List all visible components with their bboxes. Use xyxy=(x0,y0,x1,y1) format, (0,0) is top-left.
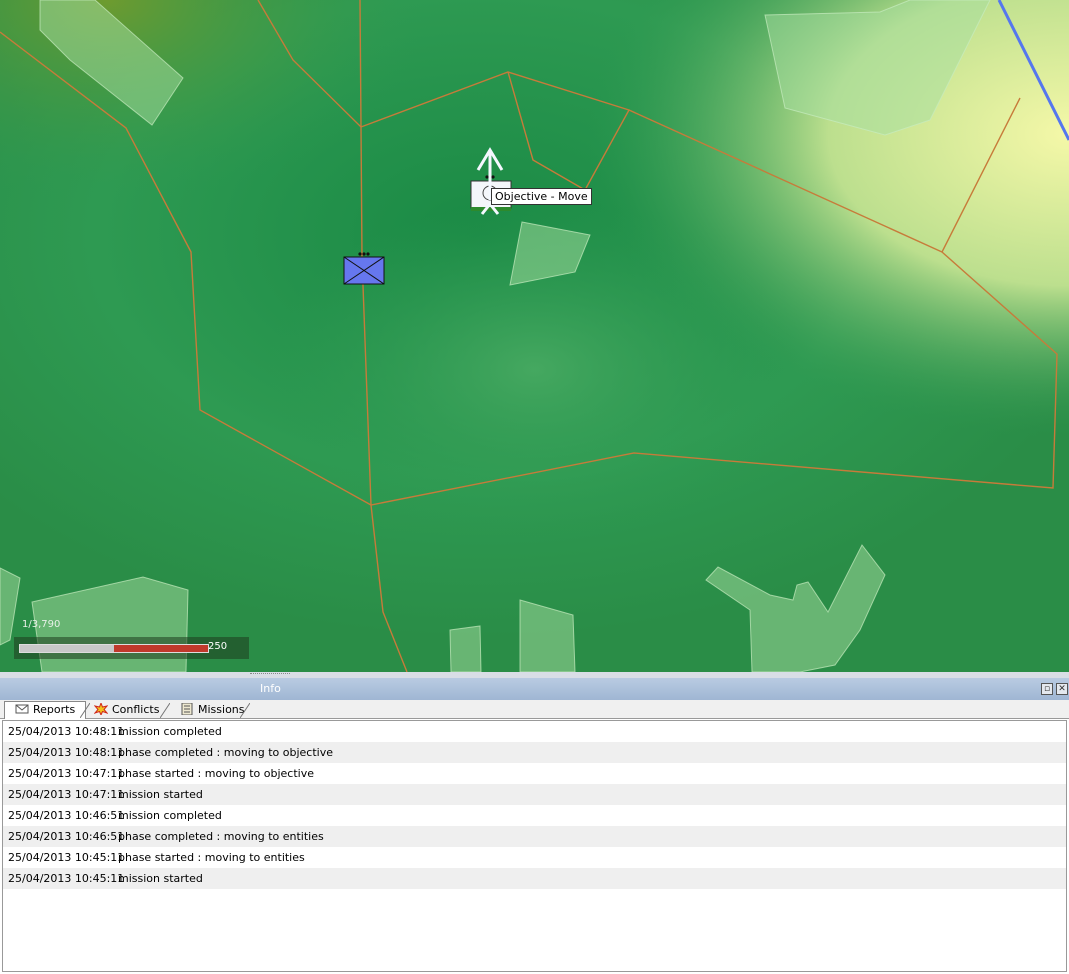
report-message: phase completed : moving to entities xyxy=(118,830,324,843)
list-item[interactable]: 25/04/2013 10:45:11mission started xyxy=(3,868,1066,889)
report-message: mission started xyxy=(118,872,203,885)
tab-bar: Reports Conflicts Missions xyxy=(0,700,1069,719)
report-time: 25/04/2013 10:46:51 xyxy=(8,830,125,843)
star-burst-icon xyxy=(94,703,108,715)
report-message: phase started : moving to entities xyxy=(118,851,305,864)
tab-separator xyxy=(160,703,170,718)
scale-bar-graphic xyxy=(19,644,209,653)
report-time: 25/04/2013 10:46:51 xyxy=(8,809,125,822)
list-item[interactable]: 25/04/2013 10:48:11phase completed : mov… xyxy=(3,742,1066,763)
list-item[interactable]: 25/04/2013 10:47:11mission started xyxy=(3,784,1066,805)
tab-label: Reports xyxy=(33,703,76,716)
list-item[interactable]: 25/04/2013 10:47:11phase started : movin… xyxy=(3,763,1066,784)
report-time: 25/04/2013 10:48:11 xyxy=(8,725,125,738)
tab-reports[interactable]: Reports xyxy=(4,701,87,719)
panel-title: Info xyxy=(260,682,281,695)
list-item[interactable]: 25/04/2013 10:46:51mission completed xyxy=(3,805,1066,826)
report-message: mission completed xyxy=(118,809,222,822)
report-message: phase started : moving to objective xyxy=(118,767,314,780)
map-view[interactable]: Objective - Move 1/3,790 250 xyxy=(0,0,1069,672)
terrain-layer xyxy=(0,0,1069,672)
report-time: 25/04/2013 10:45:11 xyxy=(8,872,125,885)
report-message: mission completed xyxy=(118,725,222,738)
report-time: 25/04/2013 10:45:11 xyxy=(8,851,125,864)
list-icon xyxy=(181,703,193,715)
restore-icon[interactable]: ▫ xyxy=(1041,683,1053,695)
report-time: 25/04/2013 10:48:11 xyxy=(8,746,125,759)
unit-symbol-friendly[interactable] xyxy=(343,252,385,285)
tab-label: Missions xyxy=(198,703,245,716)
reports-list[interactable]: 25/04/2013 10:48:11mission completed 25/… xyxy=(2,720,1067,972)
list-item[interactable]: 25/04/2013 10:46:51phase completed : mov… xyxy=(3,826,1066,847)
tab-label: Conflicts xyxy=(112,703,160,716)
tab-separator xyxy=(240,703,250,718)
report-time: 25/04/2013 10:47:11 xyxy=(8,788,125,801)
tab-missions[interactable]: Missions xyxy=(180,702,245,718)
tab-conflicts[interactable]: Conflicts xyxy=(94,702,159,718)
map-scale-ratio: 1/3,790 xyxy=(22,619,61,630)
list-item[interactable]: 25/04/2013 10:48:11mission completed xyxy=(3,721,1066,742)
scale-bar: 250 xyxy=(14,637,249,659)
info-panel-header: Info ▫ ✕ xyxy=(0,678,1069,701)
envelope-icon xyxy=(15,704,29,714)
close-icon[interactable]: ✕ xyxy=(1056,683,1068,695)
report-message: mission started xyxy=(118,788,203,801)
list-item[interactable]: 25/04/2013 10:45:11phase started : movin… xyxy=(3,847,1066,868)
report-time: 25/04/2013 10:47:11 xyxy=(8,767,125,780)
scale-end-label: 250 xyxy=(208,641,228,652)
tab-separator xyxy=(80,703,90,718)
report-message: phase completed : moving to objective xyxy=(118,746,333,759)
map-tooltip: Objective - Move xyxy=(491,188,592,205)
